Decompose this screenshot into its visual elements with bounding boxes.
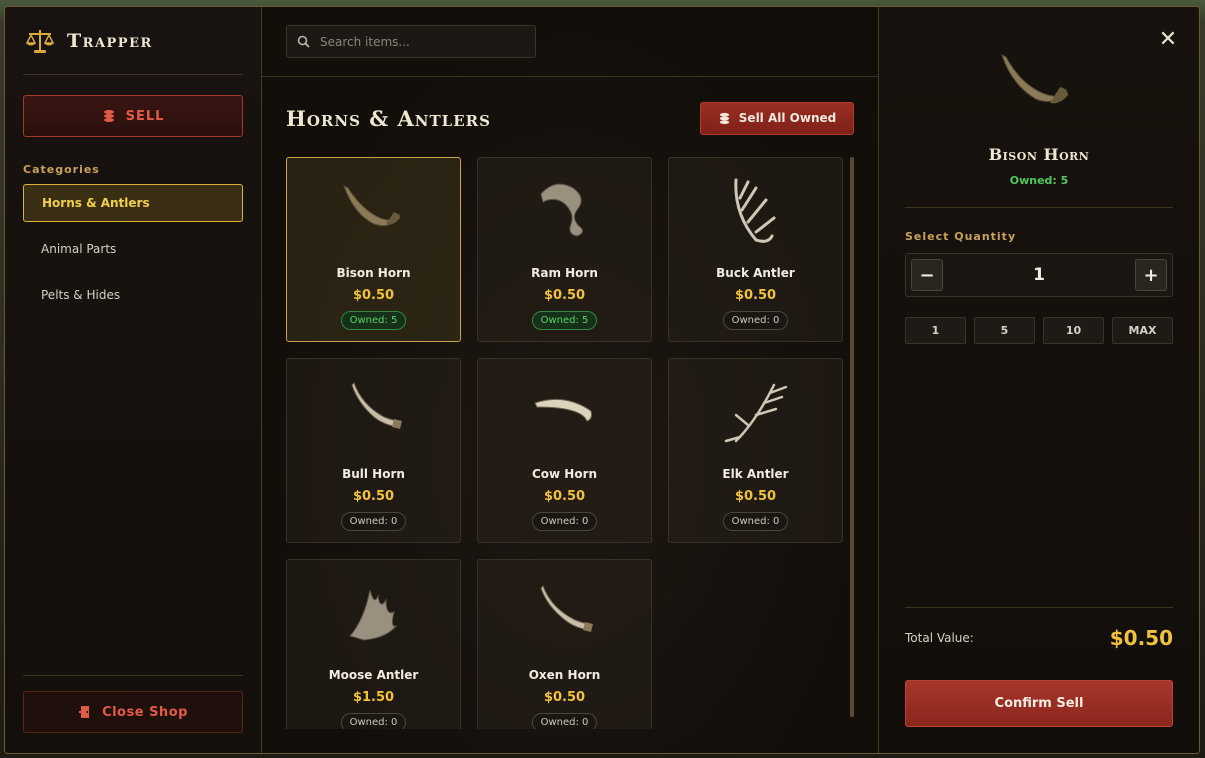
item-price: $0.50 [543,489,586,504]
item-price: $0.50 [543,690,586,705]
coins-icon [719,112,729,124]
section-title: Horns & Antlers [286,105,491,131]
brand: Trapper [23,7,243,75]
scrollbar-thumb[interactable] [850,157,854,717]
item-price: $0.50 [352,288,395,303]
item-name: Cow Horn [531,467,598,481]
item-price: $0.50 [543,288,586,303]
category-label: Pelts & Hides [41,288,121,302]
item-name: Moose Antler [328,668,419,682]
item-card-elk-antler[interactable]: Elk Antler $0.50 Owned: 0 [668,358,843,543]
sell-tab-label: SELL [125,108,165,124]
sell-detail-panel: ✕ Bison Horn Owned: 5 Select Quantity − … [879,7,1199,753]
category-label: Animal Parts [41,242,117,256]
selected-item-owned: Owned: 5 [1009,174,1069,187]
section-header: Horns & Antlers Sell All Owned [262,77,878,159]
sidebar: Trapper SELL Categories Horns & Antlers … [5,7,262,753]
total-row: Total Value: $0.50 [905,607,1173,650]
owned-badge: Owned: 0 [340,713,407,729]
exit-door-icon [79,706,90,718]
owned-badge: Owned: 0 [531,512,598,531]
item-grid-viewport: Bison Horn $0.50 Owned: 5 Ram Horn $0.50… [286,157,852,729]
sell-tab-button[interactable]: SELL [23,95,243,137]
category-horns-antlers[interactable]: Horns & Antlers [23,184,243,222]
oxen-horn-icon [539,585,593,632]
search-bar [262,7,878,77]
item-name: Ram Horn [531,266,598,280]
quantity-stepper: − 1 + [905,253,1173,297]
bull-horn-icon [350,382,402,429]
item-grid-scrollbar[interactable] [850,157,854,717]
item-card-bison-horn[interactable]: Bison Horn $0.50 Owned: 5 [286,157,461,342]
item-name: Elk Antler [722,467,789,481]
buck-antler-icon [733,178,775,243]
search-icon [297,35,310,48]
item-grid: Bison Horn $0.50 Owned: 5 Ram Horn $0.50… [286,157,852,729]
sidebar-footer: Close Shop [23,675,243,733]
category-animal-parts[interactable]: Animal Parts [23,230,243,268]
search-box [286,25,536,58]
total-label: Total Value: [905,631,974,645]
sell-all-owned-button[interactable]: Sell All Owned [700,101,854,135]
categories-heading: Categories [23,163,100,176]
bison-horn-icon [342,184,400,227]
item-price: $0.50 [734,288,777,303]
item-card-ram-horn[interactable]: Ram Horn $0.50 Owned: 5 [477,157,652,342]
balance-scale-icon [25,29,55,53]
preset-max-button[interactable]: MAX [1112,317,1173,344]
item-browser: Horns & Antlers Sell All Owned Bison Hor… [262,7,879,753]
item-card-buck-antler[interactable]: Buck Antler $0.50 Owned: 0 [668,157,843,342]
search-input[interactable] [320,34,520,49]
owned-badge: Owned: 5 [340,311,407,330]
preset-10-button[interactable]: 10 [1043,317,1104,344]
preset-5-button[interactable]: 5 [974,317,1035,344]
cow-horn-icon [533,398,592,422]
selected-item-name: Bison Horn [988,145,1090,164]
item-name: Buck Antler [716,266,795,280]
owned-badge: Owned: 0 [722,512,789,531]
sell-all-label: Sell All Owned [738,111,837,125]
item-price: $1.50 [352,690,395,705]
total-value: $0.50 [1109,626,1173,650]
quantity-value[interactable]: 1 [1033,265,1045,285]
item-price: $0.50 [352,489,395,504]
item-card-oxen-horn[interactable]: Oxen Horn $0.50 Owned: 0 [477,559,652,729]
preset-1-button[interactable]: 1 [905,317,966,344]
close-icon[interactable]: ✕ [1157,29,1179,51]
item-name: Oxen Horn [528,668,601,682]
category-pelts-hides[interactable]: Pelts & Hides [23,276,243,314]
coins-icon [103,110,114,122]
shop-window: Trapper SELL Categories Horns & Antlers … [4,6,1200,754]
divider [905,207,1173,208]
owned-badge: Owned: 0 [340,512,407,531]
bison-horn-icon [1001,54,1068,104]
owned-badge: Owned: 5 [531,311,598,330]
ram-horn-icon [539,183,583,237]
item-name: Bison Horn [336,266,411,280]
item-name: Bull Horn [342,467,405,481]
owned-badge: Owned: 0 [531,713,598,729]
quantity-label: Select Quantity [905,230,1017,243]
quantity-presets: 1 5 10 MAX [905,317,1173,344]
elk-antler-icon [724,383,787,443]
owned-badge: Owned: 0 [722,311,789,330]
item-card-bull-horn[interactable]: Bull Horn $0.50 Owned: 0 [286,358,461,543]
close-shop-label: Close Shop [102,704,188,720]
detail-footer: Total Value: $0.50 Confirm Sell [905,607,1173,727]
moose-antler-icon [348,589,398,641]
confirm-sell-button[interactable]: Confirm Sell [905,680,1173,727]
category-label: Horns & Antlers [42,196,150,210]
item-price: $0.50 [734,489,777,504]
item-card-moose-antler[interactable]: Moose Antler $1.50 Owned: 0 [286,559,461,729]
app-title: Trapper [67,29,153,52]
close-shop-button[interactable]: Close Shop [23,691,243,733]
confirm-sell-label: Confirm Sell [994,696,1084,711]
decrease-quantity-button[interactable]: − [911,259,943,291]
increase-quantity-button[interactable]: + [1135,259,1167,291]
item-card-cow-horn[interactable]: Cow Horn $0.50 Owned: 0 [477,358,652,543]
